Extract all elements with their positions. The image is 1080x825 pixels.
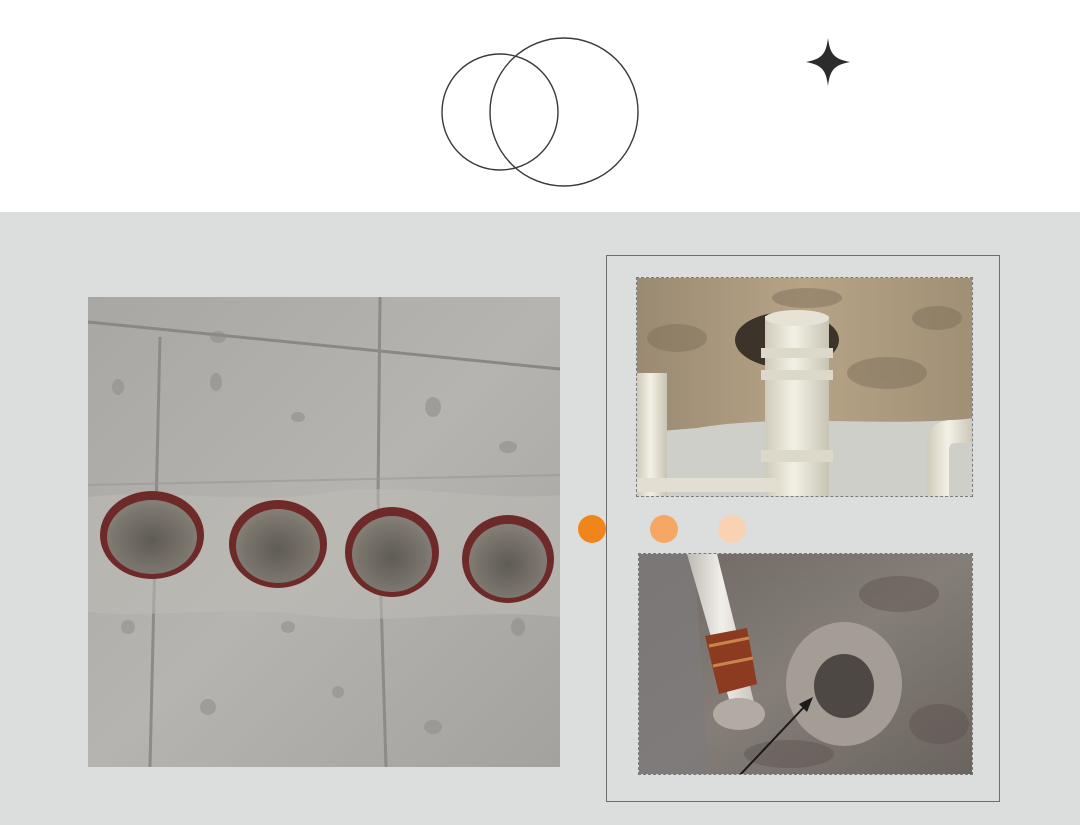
progress-dot-3: [718, 515, 746, 543]
ceiling-pvc-pipe-photo: [636, 277, 973, 497]
four-point-star-icon: [806, 38, 850, 86]
progress-dot-2: [650, 515, 678, 543]
floor-pipe-penetration-photo: [638, 553, 973, 775]
concrete-wall-pipe-holes-photo: [88, 297, 560, 767]
overlapping-circles-icon: [441, 37, 639, 187]
header-area: [0, 0, 1080, 212]
progress-dot-1: [578, 515, 606, 543]
